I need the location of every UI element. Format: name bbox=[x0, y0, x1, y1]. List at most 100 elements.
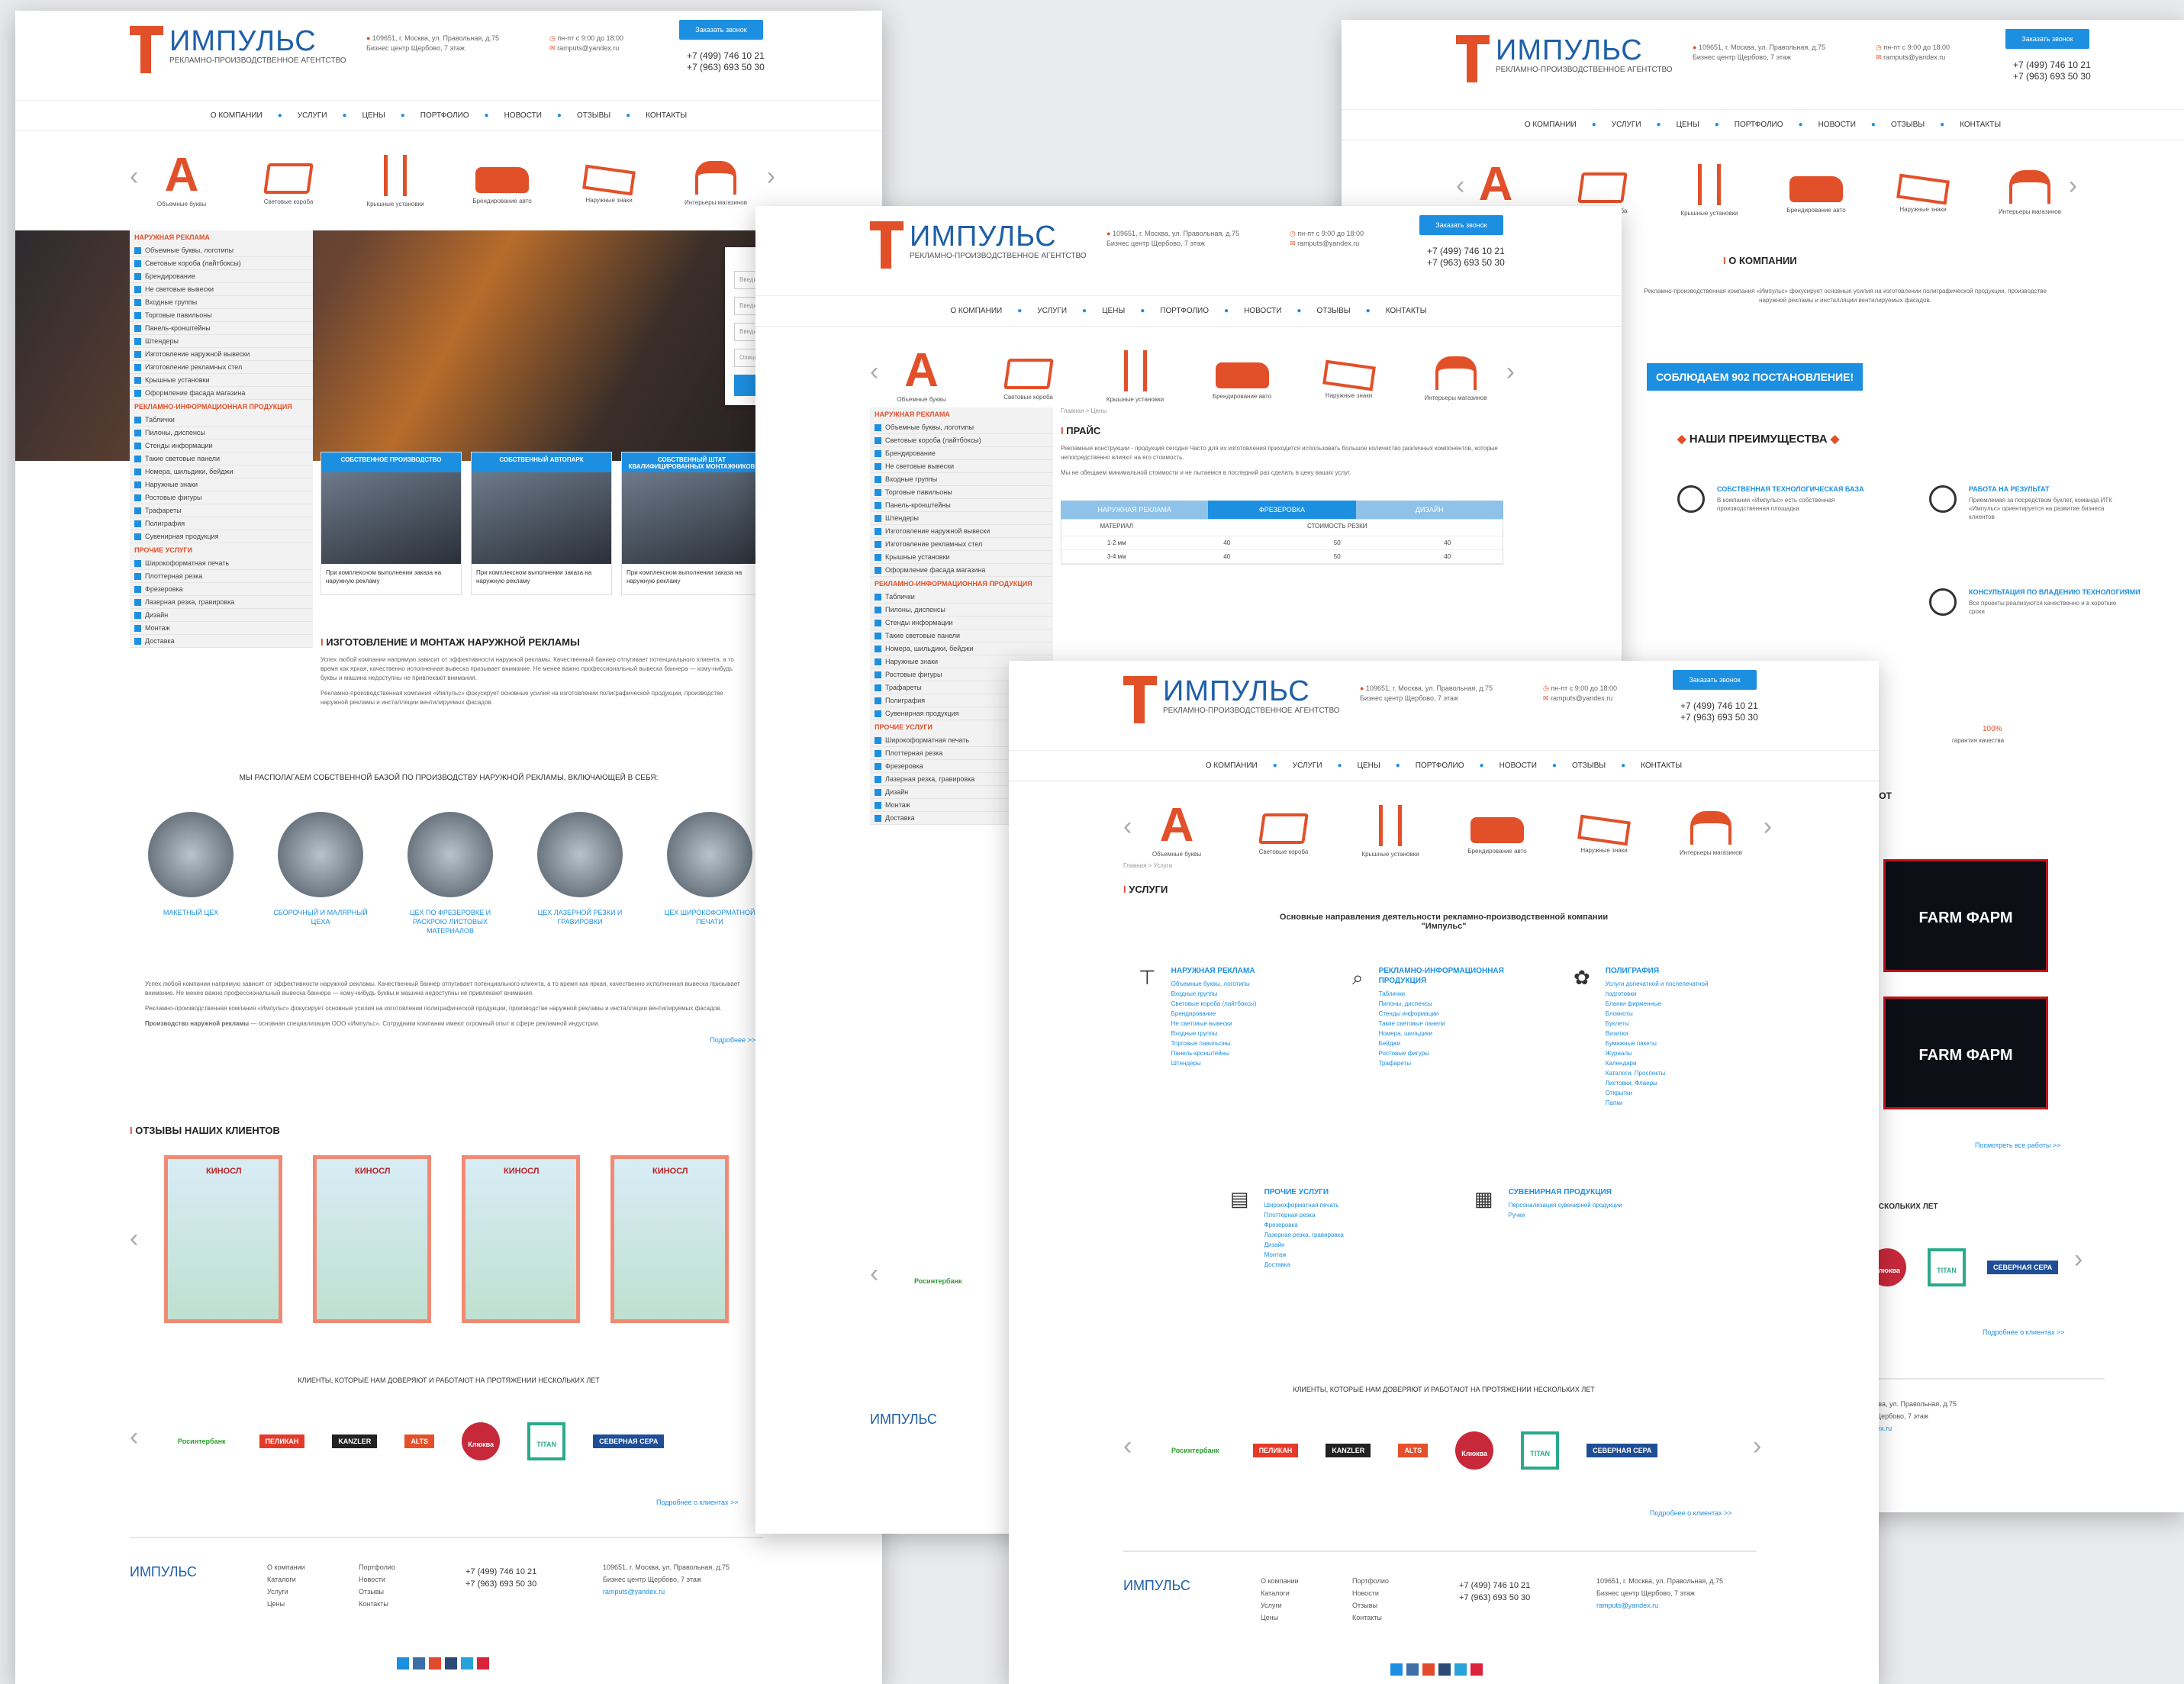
sidebar-item[interactable]: Ростовые фигуры bbox=[130, 491, 313, 504]
footer-link[interactable]: Услуги bbox=[267, 1586, 305, 1598]
product-auto[interactable]: Брендирование авто bbox=[1459, 808, 1535, 855]
sidebar-item[interactable]: Наружные знаки bbox=[130, 478, 313, 491]
client-logo[interactable]: Росинтербанк bbox=[1165, 1444, 1226, 1457]
product-auto[interactable]: Брендирование авто bbox=[1204, 353, 1280, 400]
menu-item-services[interactable]: УСЛУГИ bbox=[298, 111, 327, 120]
sidebar-item[interactable]: Торговые павильоны bbox=[870, 486, 1053, 499]
footer-logo[interactable]: ИМПУЛЬС bbox=[870, 1412, 937, 1428]
clients-prev-icon[interactable]: ‹ bbox=[870, 1259, 878, 1289]
clients-more-link[interactable]: Подробнее о клиентах >> bbox=[1983, 1328, 2065, 1336]
service-link[interactable]: Папки bbox=[1606, 1098, 1728, 1108]
menu-item-services[interactable]: УСЛУГИ bbox=[1037, 307, 1067, 315]
feature-card[interactable]: СОБСТВЕННЫЙ АВТОПАРК При комплексном выпо… bbox=[471, 452, 612, 595]
sidebar-item[interactable]: Изготовление рекламных стел bbox=[870, 538, 1053, 551]
product-roof[interactable]: Крышные установки bbox=[1352, 804, 1429, 858]
review-letter[interactable]: КИНОСЛ bbox=[313, 1155, 431, 1323]
service-link[interactable]: Брендирование bbox=[1171, 1009, 1301, 1019]
review-letter[interactable]: КИНОСЛ bbox=[164, 1155, 282, 1323]
product-roof[interactable]: Крышные установки bbox=[1671, 163, 1748, 217]
review-letter[interactable]: КИНОСЛ bbox=[462, 1155, 580, 1323]
product-interiors[interactable]: Интерьеры магазинов bbox=[1992, 166, 2068, 215]
service-link[interactable]: Штендеры bbox=[1171, 1058, 1301, 1068]
service-link[interactable]: Не световые вывески bbox=[1171, 1019, 1301, 1029]
service-link[interactable]: Объемные буквы, логотипы bbox=[1171, 979, 1301, 989]
carousel-prev-icon[interactable]: ‹ bbox=[870, 357, 878, 387]
sidebar-item[interactable]: Объемные буквы, логотипы bbox=[870, 421, 1053, 434]
sidebar-item[interactable]: Лазерная резка, гравировка bbox=[130, 596, 313, 609]
skype-icon[interactable] bbox=[1454, 1663, 1467, 1676]
client-logo[interactable]: ALTS bbox=[1398, 1444, 1429, 1457]
sidebar-item[interactable]: Таблички bbox=[870, 591, 1053, 604]
service-head[interactable]: СУВЕНИРНАЯ ПРОДУКЦИЯ bbox=[1509, 1187, 1646, 1197]
carousel-next-icon[interactable]: › bbox=[1764, 812, 1772, 842]
menu-item-news[interactable]: НОВОСТИ bbox=[1499, 762, 1537, 770]
google-plus-icon[interactable] bbox=[1422, 1663, 1435, 1676]
menu-item-prices[interactable]: ЦЕНЫ bbox=[1677, 121, 1699, 129]
product-lightbox[interactable]: Световые короба bbox=[991, 353, 1067, 401]
sidebar-item[interactable]: Номера, шильдики, бейджи bbox=[870, 642, 1053, 655]
menu-item-services[interactable]: УСЛУГИ bbox=[1293, 762, 1322, 770]
sidebar-item[interactable]: Брендирование bbox=[130, 270, 313, 283]
menu-item-reviews[interactable]: ОТЗЫВЫ bbox=[1316, 307, 1350, 315]
footer-link[interactable]: О компании bbox=[1261, 1575, 1299, 1587]
footer-link[interactable]: Контакты bbox=[1352, 1612, 1389, 1624]
works-more-link[interactable]: Посмотреть все работы >> bbox=[1975, 1141, 2060, 1149]
product-letters[interactable]: AОбъемные буквы bbox=[1139, 801, 1215, 858]
logo[interactable]: ИМПУЛЬС РЕКЛАМНО-ПРОИЗВОДСТВЕННОЕ АГЕНТС… bbox=[1123, 676, 1340, 723]
tumblr-icon[interactable] bbox=[1438, 1663, 1451, 1676]
service-link[interactable]: Широкоформатная печать bbox=[1264, 1200, 1402, 1210]
carousel-prev-icon[interactable]: ‹ bbox=[130, 162, 138, 192]
service-head[interactable]: ПОЛИГРАФИЯ bbox=[1606, 966, 1728, 976]
clients-prev-icon[interactable]: ‹ bbox=[1123, 1431, 1132, 1461]
workshop-item[interactable]: СБОРОЧНЫЙ И МАЛЯРНЫЙ ЦЕХА bbox=[267, 812, 374, 935]
menu-item-services[interactable]: УСЛУГИ bbox=[1612, 121, 1641, 129]
service-link[interactable]: Листовки, Флаеры bbox=[1606, 1078, 1728, 1088]
client-logo[interactable]: KANZLER bbox=[332, 1434, 378, 1448]
sidebar-item[interactable]: Пилоны, диспенсы bbox=[870, 604, 1053, 617]
sidebar-item[interactable]: Такие световые панели bbox=[870, 629, 1053, 642]
service-link[interactable]: Входные группы bbox=[1171, 1029, 1301, 1038]
product-auto[interactable]: Брендирование авто bbox=[1778, 167, 1854, 214]
sidebar-item[interactable]: Штендеры bbox=[870, 512, 1053, 525]
sidebar-item[interactable]: Пилоны, диспенсы bbox=[130, 427, 313, 440]
work-photo[interactable]: FARM ФАРМ bbox=[1883, 859, 2048, 972]
sidebar-item[interactable]: Доставка bbox=[130, 635, 313, 648]
service-link[interactable]: Календари bbox=[1606, 1058, 1728, 1068]
service-head[interactable]: НАРУЖНАЯ РЕКЛАМА bbox=[1171, 966, 1301, 976]
service-link[interactable]: Номера, шильдики bbox=[1379, 1029, 1532, 1038]
sidebar-item[interactable]: Таблички bbox=[130, 414, 313, 427]
service-link[interactable]: Плоттерная резка bbox=[1264, 1210, 1402, 1220]
product-roof[interactable]: Крышные установки bbox=[1097, 349, 1174, 403]
sidebar-item[interactable]: Номера, шильдики, бейджи bbox=[130, 465, 313, 478]
sidebar-item[interactable]: Изготовление рекламных стел bbox=[130, 361, 313, 374]
footer-logo[interactable]: ИМПУЛЬС bbox=[130, 1565, 197, 1579]
service-link[interactable]: Фрезеровка bbox=[1264, 1220, 1402, 1230]
service-link[interactable]: Таблички bbox=[1379, 989, 1532, 999]
product-interiors[interactable]: Интерьеры магазинов bbox=[678, 156, 754, 206]
menu-item-news[interactable]: НОВОСТИ bbox=[504, 111, 542, 120]
breadcrumb[interactable]: Главная > Цены bbox=[1061, 407, 1503, 414]
sidebar-item[interactable]: Объемные буквы, логотипы bbox=[130, 244, 313, 257]
sidebar-item[interactable]: Панель-кронштейны bbox=[870, 499, 1053, 512]
client-logo[interactable]: TITAN bbox=[527, 1422, 566, 1460]
footer-link[interactable]: О компании bbox=[267, 1561, 305, 1573]
product-auto[interactable]: Брендирование авто bbox=[464, 158, 540, 204]
footer-link[interactable]: Отзывы bbox=[359, 1586, 395, 1598]
tab-design[interactable]: ДИЗАЙН bbox=[1355, 501, 1503, 519]
sidebar-item[interactable]: Не световые вывески bbox=[870, 460, 1053, 473]
service-link[interactable]: Персонализация сувенирной продукции bbox=[1509, 1200, 1646, 1210]
menu-item-contacts[interactable]: КОНТАКТЫ bbox=[646, 111, 687, 120]
facebook-icon[interactable] bbox=[397, 1657, 409, 1670]
footer-link[interactable]: Портфолио bbox=[359, 1561, 395, 1573]
service-link[interactable]: Такие световые панели bbox=[1379, 1019, 1532, 1029]
service-link[interactable]: Журналы bbox=[1606, 1048, 1728, 1058]
footer-link[interactable]: Каталоги bbox=[267, 1573, 305, 1586]
service-link[interactable]: Монтаж bbox=[1264, 1250, 1402, 1260]
client-logo[interactable]: TITAN bbox=[1521, 1431, 1560, 1470]
sidebar-item[interactable]: Дизайн bbox=[130, 609, 313, 622]
sidebar-item[interactable]: Оформление фасада магазина bbox=[130, 387, 313, 400]
sidebar-item[interactable]: Полиграфия bbox=[130, 517, 313, 530]
footer-link[interactable]: Портфолио bbox=[1352, 1575, 1389, 1587]
vk-icon[interactable] bbox=[1406, 1663, 1419, 1676]
menu-item-contacts[interactable]: КОНТАКТЫ bbox=[1960, 121, 2001, 129]
